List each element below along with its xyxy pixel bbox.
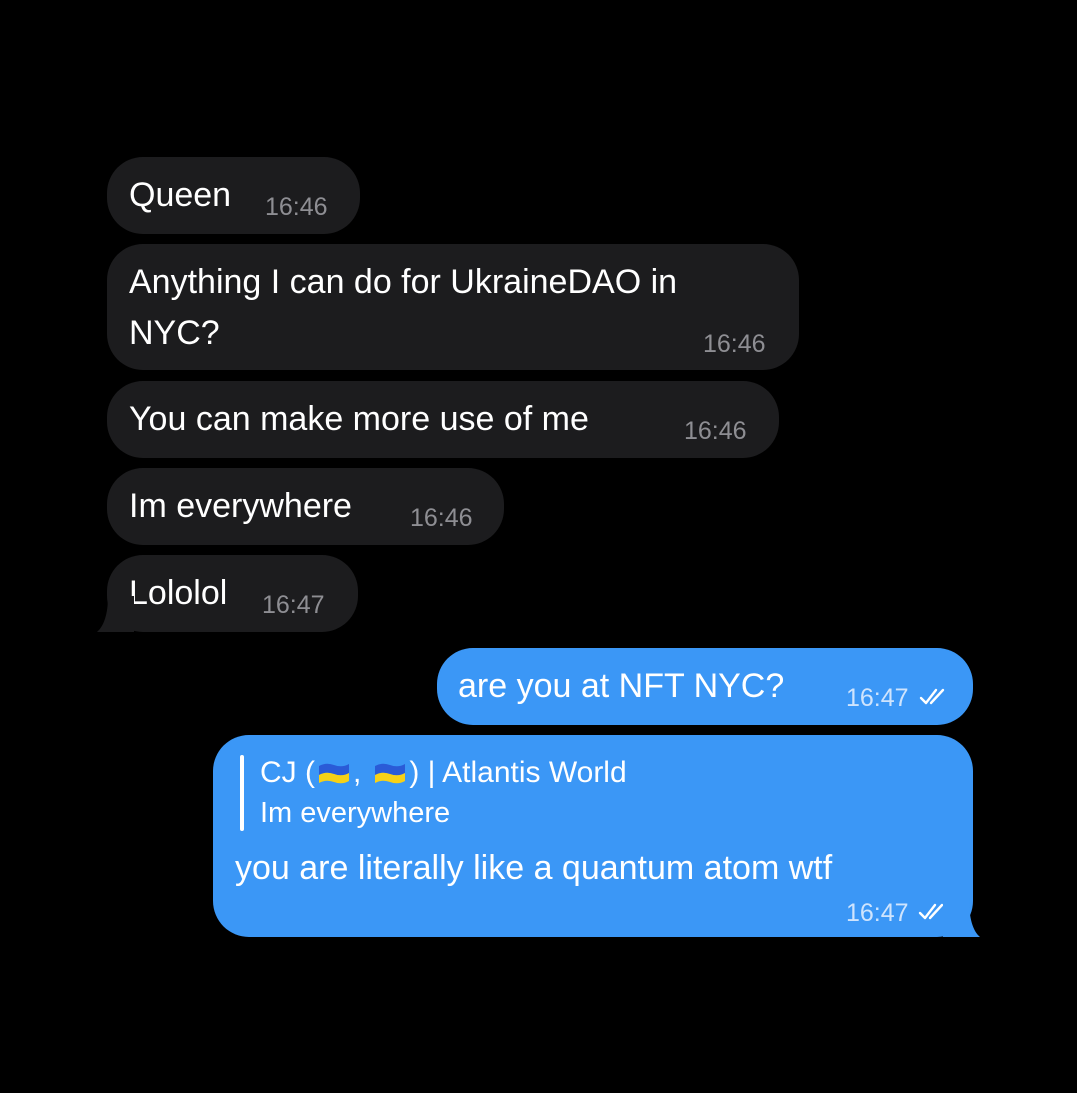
message-text: Queen: [129, 176, 232, 214]
chat-thread: Queen 16:46 Anything I can do for Ukrain…: [0, 0, 1077, 1093]
reply-sender-name-prefix: CJ (: [260, 756, 315, 789]
double-check-icon: [919, 688, 945, 705]
reply-sender-name[interactable]: CJ ( , ) | Atlantis World: [260, 756, 627, 790]
message-time: 16:46: [410, 504, 473, 532]
message-text: You can make more use of me: [129, 400, 589, 438]
incoming-message[interactable]: Queen 16:46: [107, 157, 360, 234]
reply-sender-name-suffix: ) | Atlantis World: [409, 756, 627, 789]
incoming-message[interactable]: Anything I can do for UkraineDAO in NYC?…: [107, 244, 799, 370]
outgoing-reply-message[interactable]: CJ ( , ) | Atlantis World Im everywhere …: [213, 735, 973, 937]
message-text: you are literally like a quantum atom wt…: [235, 849, 833, 887]
message-text: Im everywhere: [129, 487, 352, 525]
message-time: 16:46: [703, 330, 766, 358]
incoming-bubble-tail: [97, 596, 134, 632]
message-text-line-2: NYC?: [129, 314, 220, 352]
reply-quote-bar: [240, 755, 244, 831]
message-text-line-1: Anything I can do for UkraineDAO in: [129, 263, 678, 301]
incoming-message[interactable]: Lololol 16:47: [107, 555, 358, 632]
reply-quoted-text: Im everywhere: [260, 797, 451, 829]
incoming-message[interactable]: You can make more use of me 16:46: [107, 381, 779, 458]
ukraine-flag-icon: [319, 763, 349, 784]
ukraine-flag-icon: [375, 763, 406, 784]
message-text: are you at NFT NYC?: [458, 667, 785, 705]
reply-sender-name-sep: ,: [353, 756, 362, 789]
message-time: 16:47: [262, 591, 325, 619]
message-text: Lololol: [129, 574, 228, 612]
message-time: 16:46: [684, 417, 747, 445]
outgoing-bubble-tail: [943, 898, 980, 937]
message-time: 16:47: [846, 684, 909, 712]
message-time: 16:47: [846, 899, 909, 927]
message-time: 16:46: [265, 193, 328, 221]
outgoing-message[interactable]: are you at NFT NYC? 16:47: [437, 648, 973, 725]
incoming-message[interactable]: Im everywhere 16:46: [107, 468, 504, 545]
